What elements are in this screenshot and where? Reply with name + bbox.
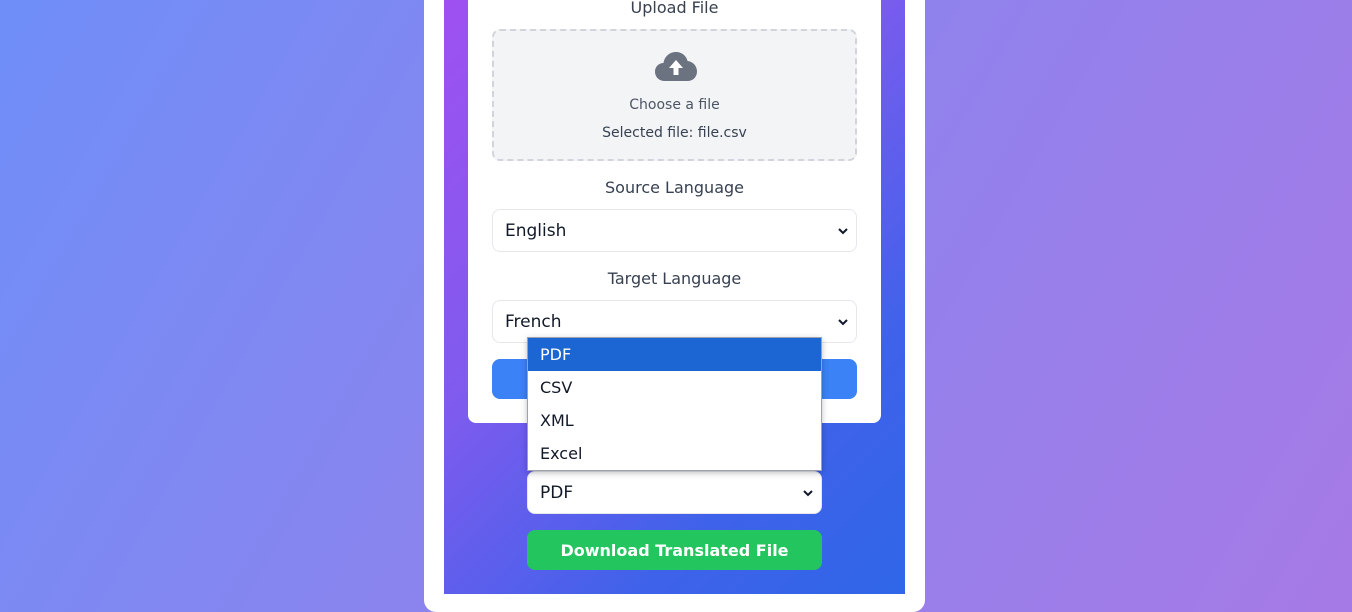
format-option-excel[interactable]: Excel: [528, 437, 821, 470]
format-option-pdf[interactable]: PDF: [528, 338, 821, 371]
format-option-xml[interactable]: XML: [528, 404, 821, 437]
chevron-down-icon: [803, 489, 813, 496]
chevron-down-icon: [838, 227, 848, 234]
upload-title: Choose a file: [629, 97, 720, 113]
target-language-value: French: [505, 311, 562, 332]
cloud-upload-icon: [655, 52, 697, 81]
source-language-label: Source Language: [605, 178, 744, 197]
format-option-csv[interactable]: CSV: [528, 371, 821, 404]
output-format-select[interactable]: PDF: [527, 471, 822, 514]
target-language-label: Target Language: [607, 269, 742, 288]
source-language-select[interactable]: English: [492, 209, 857, 252]
chevron-down-icon: [838, 318, 848, 325]
file-upload-dropzone[interactable]: Choose a file Selected file: file.csv: [492, 29, 857, 161]
download-button[interactable]: Download Translated File: [527, 530, 822, 570]
source-language-value: English: [505, 220, 567, 241]
upload-file-label: Upload File: [630, 0, 719, 17]
selected-file-text: Selected file: file.csv: [602, 125, 747, 141]
format-dropdown-list: PDF CSV XML Excel: [527, 337, 822, 471]
output-format-value: PDF: [540, 482, 574, 503]
